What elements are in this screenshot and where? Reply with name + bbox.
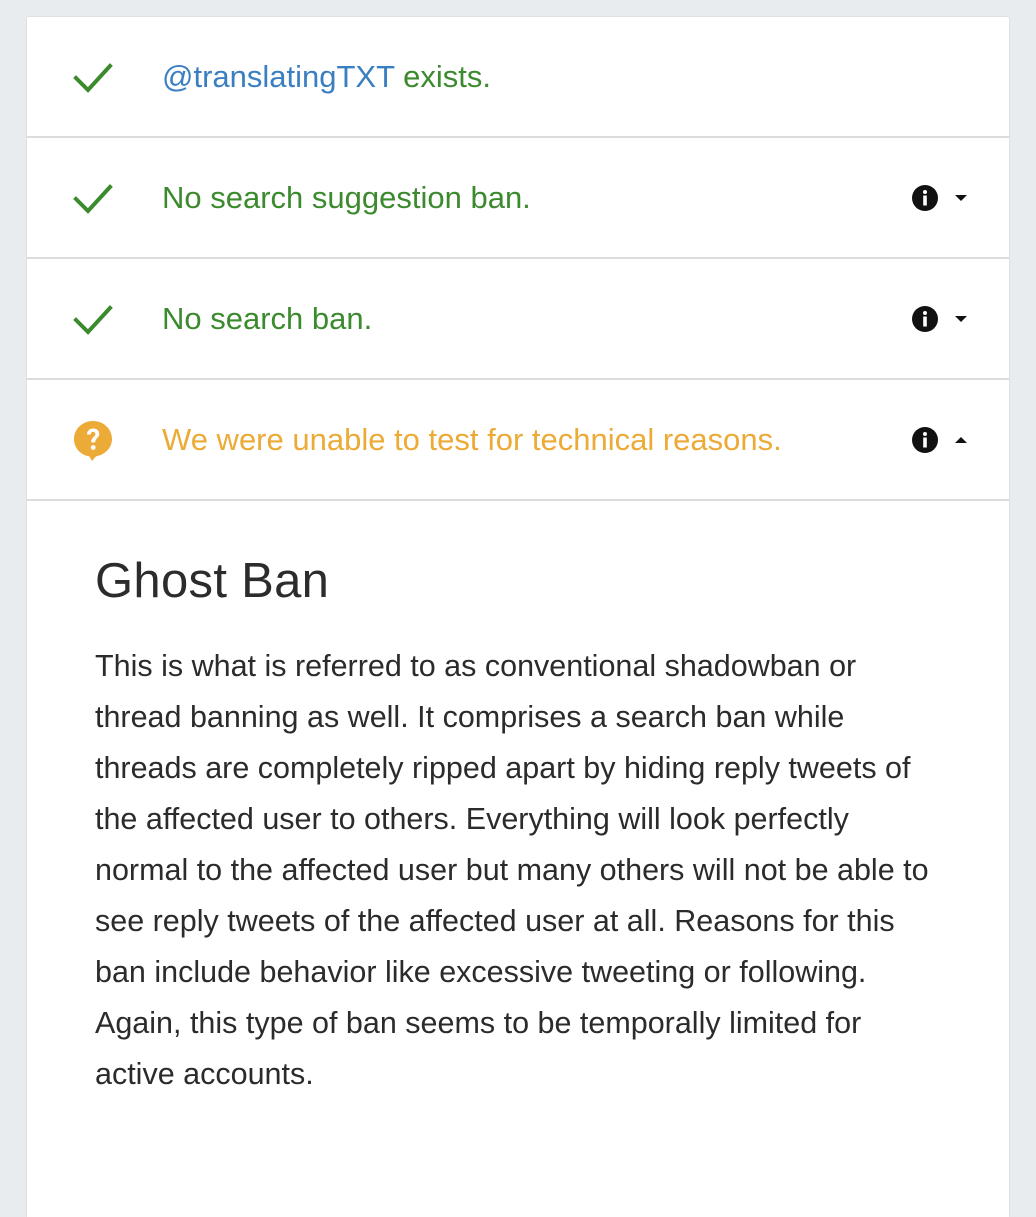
- search-suggestion-ban-text: No search suggestion ban.: [162, 179, 531, 215]
- user-exists-text: @translatingTXT exists.: [162, 59, 491, 95]
- info-icon[interactable]: [911, 184, 939, 212]
- result-row-search-ban[interactable]: No search ban.: [27, 259, 1009, 380]
- search-ban-text: No search ban.: [162, 300, 373, 336]
- question-bubble-icon: [74, 420, 112, 461]
- result-row-user-exists: @translatingTXT exists.: [27, 17, 1009, 138]
- ghost-ban-details-panel: Ghost Ban This is what is referred to as…: [27, 501, 1009, 1100]
- caret-up-icon[interactable]: [953, 435, 969, 445]
- check-icon: [73, 183, 113, 214]
- result-row-search-suggestion-ban[interactable]: No search suggestion ban.: [27, 138, 1009, 259]
- details-body: This is what is referred to as conventio…: [95, 649, 929, 1091]
- row-controls: [911, 184, 969, 212]
- user-exists-label: exists.: [394, 58, 491, 94]
- info-icon[interactable]: [911, 305, 939, 333]
- details-title: Ghost Ban: [95, 554, 330, 608]
- user-handle-link[interactable]: @translatingTXT: [162, 59, 395, 94]
- ghost-ban-status-text: We were unable to test for technical rea…: [162, 421, 782, 457]
- caret-down-icon[interactable]: [953, 193, 969, 203]
- row-controls: [911, 305, 969, 333]
- results-card: @translatingTXT exists. No search sugges…: [27, 17, 1009, 1217]
- check-icon: [73, 62, 113, 93]
- check-icon: [73, 304, 113, 335]
- row-controls: [911, 426, 969, 454]
- result-row-ghost-ban[interactable]: We were unable to test for technical rea…: [27, 380, 1009, 501]
- info-icon[interactable]: [911, 426, 939, 454]
- caret-down-icon[interactable]: [953, 314, 969, 324]
